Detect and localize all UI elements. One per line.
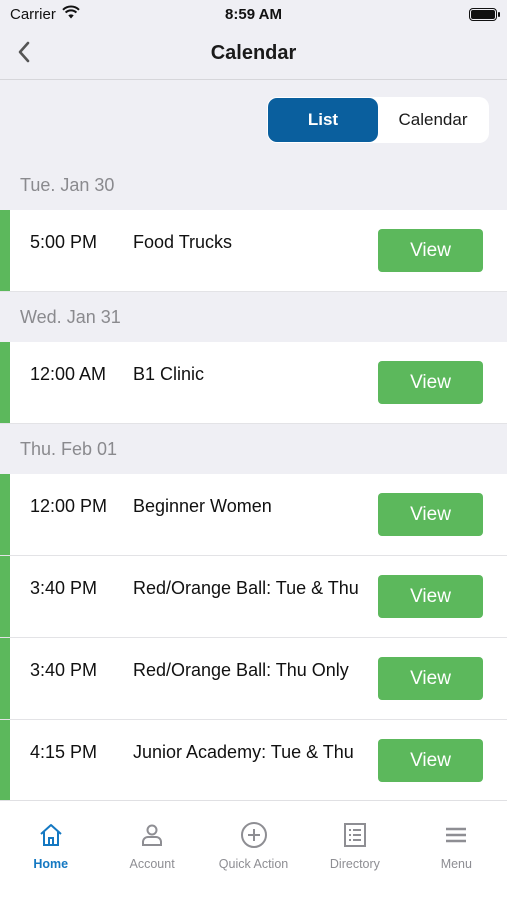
event-time: 4:15 PM <box>30 742 98 762</box>
tab-label: Directory <box>329 857 380 871</box>
tab-directory[interactable]: Directory <box>304 801 405 900</box>
event-time: 3:40 PM <box>30 578 98 598</box>
event-title: Red/Orange Ball: Thu Only <box>133 660 349 680</box>
event-time: 12:00 PM <box>30 496 108 516</box>
list-icon <box>341 821 369 849</box>
back-button[interactable] <box>8 38 40 70</box>
event-title: Food Trucks <box>133 232 233 252</box>
view-mode-segmented-control: List Calendar <box>267 97 489 143</box>
event-time: 5:00 PM <box>30 232 98 252</box>
event-accent-bar <box>0 210 10 291</box>
status-bar: Carrier 8:59 AM <box>0 0 507 28</box>
carrier-label: Carrier <box>10 5 56 23</box>
home-icon <box>37 821 65 849</box>
event-row: 3:40 PM Red/Orange Ball: Tue & Thu View <box>0 556 507 638</box>
event-row: 4:15 PM Junior Academy: Tue & Thu View <box>0 720 507 800</box>
event-time: 3:40 PM <box>30 660 98 680</box>
event-list[interactable]: Tue. Jan 30 5:00 PM Food Trucks View Wed… <box>0 160 507 800</box>
event-accent-bar <box>0 342 10 423</box>
event-accent-bar <box>0 474 10 555</box>
tab-label: Account <box>129 857 175 871</box>
person-icon <box>138 821 166 849</box>
event-accent-bar <box>0 556 10 637</box>
date-header: Wed. Jan 31 <box>0 292 507 342</box>
event-row: 12:00 AM B1 Clinic View <box>0 342 507 424</box>
event-row: 3:40 PM Red/Orange Ball: Thu Only View <box>0 638 507 720</box>
chevron-left-icon <box>17 41 31 68</box>
event-accent-bar <box>0 720 10 800</box>
view-button[interactable]: View <box>378 361 483 404</box>
plus-circle-icon <box>240 821 268 849</box>
calendar-segment[interactable]: Calendar <box>378 98 488 142</box>
event-title: B1 Clinic <box>133 364 205 384</box>
event-row: 5:00 PM Food Trucks View <box>0 210 507 292</box>
event-time: 12:00 AM <box>30 364 107 384</box>
date-header: Thu. Feb 01 <box>0 424 507 474</box>
page-title: Calendar <box>210 42 297 64</box>
status-left: Carrier <box>10 5 80 23</box>
menu-icon <box>442 821 470 849</box>
tab-home[interactable]: Home <box>0 801 101 900</box>
event-title: Junior Academy: Tue & Thu <box>133 742 354 762</box>
list-segment[interactable]: List <box>268 98 378 142</box>
wifi-icon <box>62 5 80 23</box>
navigation-bar: Calendar <box>0 28 507 80</box>
date-header: Tue. Jan 30 <box>0 160 507 210</box>
event-title: Beginner Women <box>133 496 272 516</box>
view-button[interactable]: View <box>378 229 483 272</box>
view-button[interactable]: View <box>378 575 483 618</box>
event-row: 12:00 PM Beginner Women View <box>0 474 507 556</box>
tab-label: Quick Action <box>218 857 289 871</box>
event-title: Red/Orange Ball: Tue & Thu <box>133 578 359 598</box>
battery-icon <box>469 7 500 21</box>
view-button[interactable]: View <box>378 739 483 782</box>
tab-bar: Home Account Quick Action Directory Menu <box>0 800 507 900</box>
tab-label: Menu <box>440 857 472 871</box>
tab-menu[interactable]: Menu <box>406 801 507 900</box>
event-accent-bar <box>0 638 10 719</box>
tab-label: Home <box>33 857 69 871</box>
view-button[interactable]: View <box>378 493 483 536</box>
tab-quick-action[interactable]: Quick Action <box>203 801 304 900</box>
view-button[interactable]: View <box>378 657 483 700</box>
tab-account[interactable]: Account <box>101 801 202 900</box>
